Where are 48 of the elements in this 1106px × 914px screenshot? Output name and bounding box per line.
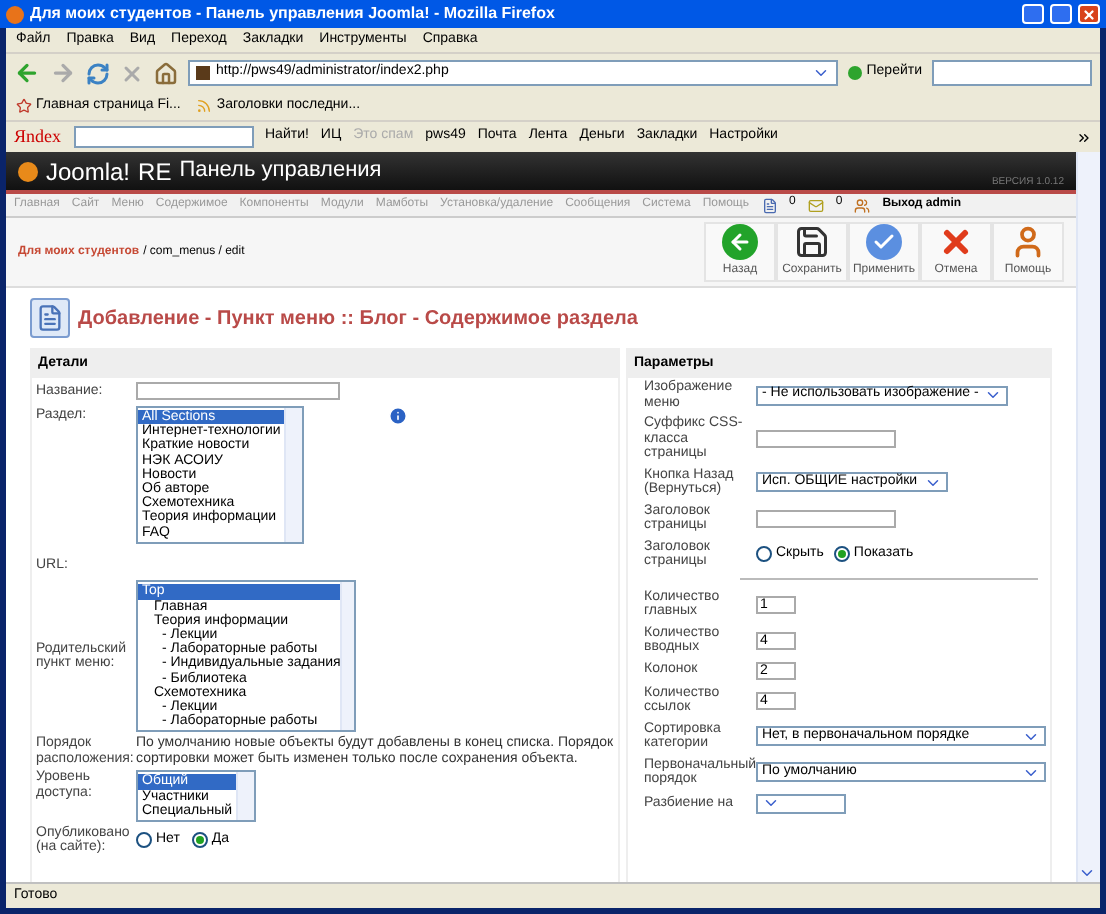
page-heading: Добавление - Пункт меню :: Блог - Содержимое раздела	[78, 305, 638, 333]
scrollbar[interactable]	[236, 772, 254, 820]
go-icon	[848, 66, 863, 80]
minimize-button[interactable]	[1022, 4, 1044, 24]
dropdown-caret-icon	[984, 386, 1003, 404]
more-icon[interactable]	[1076, 129, 1092, 145]
person-icon	[1010, 224, 1046, 260]
close-icon	[1082, 7, 1096, 21]
dropdown-caret-icon	[762, 794, 780, 812]
input-field[interactable]	[756, 429, 896, 448]
radio-button[interactable]	[136, 832, 152, 849]
yandex-logo[interactable]: Яndex	[14, 123, 61, 151]
dropdown-caret-icon	[812, 64, 831, 82]
joomla-logo-icon	[18, 161, 38, 181]
users-icon	[854, 197, 871, 213]
window-title: Для моих студентов - Панель управления Joomla! - Mozilla Firefox	[30, 2, 557, 26]
scrollbar[interactable]	[284, 408, 302, 542]
stop-icon[interactable]	[120, 61, 144, 85]
search-field[interactable]	[932, 60, 1092, 86]
name-field[interactable]	[136, 382, 340, 401]
info-icon[interactable]	[388, 406, 408, 426]
radio-button[interactable]	[191, 832, 208, 849]
maximize-button[interactable]	[1050, 4, 1072, 24]
panel-title: Панель управления	[179, 156, 384, 187]
select-field[interactable]	[756, 793, 846, 813]
checkmark-icon	[866, 224, 902, 260]
refresh-icon[interactable]	[86, 61, 110, 85]
input-field[interactable]	[756, 509, 896, 527]
back-icon[interactable]	[14, 60, 40, 86]
browser-logo-icon	[6, 5, 24, 23]
document-icon	[761, 197, 777, 213]
scrollbar[interactable]	[340, 582, 354, 731]
page-scrollbar[interactable]	[1076, 152, 1100, 882]
mail-icon[interactable]	[807, 197, 824, 213]
radio-button[interactable]	[756, 546, 772, 562]
site-icon	[196, 66, 210, 80]
rss-icon	[196, 98, 213, 114]
joomla-logo: Joomla!	[46, 155, 131, 189]
scroll-down-icon	[1078, 864, 1096, 882]
radio-button[interactable]	[833, 546, 850, 562]
edition-label: RE	[138, 155, 172, 189]
notepad-icon	[30, 298, 70, 338]
home-icon[interactable]	[154, 61, 178, 85]
close-button[interactable]	[1078, 4, 1100, 24]
close-icon	[938, 224, 974, 260]
star-icon	[16, 98, 32, 114]
yandex-search-field[interactable]	[73, 126, 253, 148]
forward-icon[interactable]	[50, 60, 76, 86]
